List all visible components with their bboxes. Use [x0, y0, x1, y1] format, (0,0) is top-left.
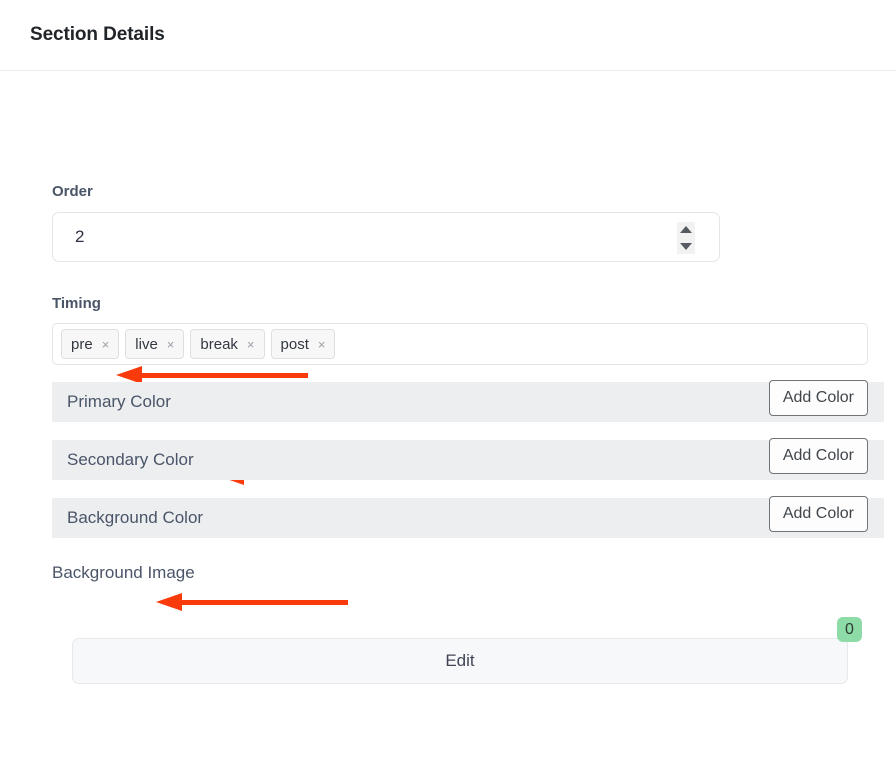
arrow-shaft: [178, 600, 348, 605]
tag-label: live: [135, 335, 158, 353]
annotation-arrow-timing: [156, 593, 348, 611]
background-image-field-block: Background Image: [0, 538, 896, 583]
arrow-shaft: [138, 373, 308, 378]
primary-color-row: Primary Color Add Color: [52, 380, 884, 422]
page-title: Section Details: [30, 24, 165, 45]
tag-remove-icon[interactable]: ×: [247, 338, 255, 351]
order-label: Order: [52, 183, 93, 200]
tag-label: break: [200, 335, 238, 353]
add-secondary-color-button[interactable]: Add Color: [768, 438, 868, 474]
caret-up-icon[interactable]: [680, 226, 692, 233]
edit-section: Edit 0: [72, 617, 862, 684]
background-image-label: Background Image: [52, 563, 195, 582]
form-content: Order 2 Timing pre × live × break × post…: [0, 71, 896, 684]
tag-pre[interactable]: pre ×: [61, 329, 120, 359]
order-input[interactable]: 2: [52, 212, 720, 262]
tag-remove-icon[interactable]: ×: [102, 338, 110, 351]
secondary-color-row: Secondary Color Add Color: [52, 438, 884, 480]
tag-post[interactable]: post ×: [270, 329, 336, 359]
tag-remove-icon[interactable]: ×: [167, 338, 175, 351]
order-field-block: Order 2: [0, 182, 896, 384]
annotation-arrow-order: [116, 366, 308, 384]
timing-field-block: Timing pre × live × break × post ×: [0, 294, 896, 611]
tag-remove-icon[interactable]: ×: [318, 338, 326, 351]
tag-label: post: [280, 335, 309, 353]
background-color-label: Background Color: [67, 508, 204, 527]
primary-color-label: Primary Color: [67, 392, 171, 411]
background-color-row: Background Color Add Color: [52, 496, 884, 538]
edit-count-badge: 0: [837, 617, 862, 642]
add-background-color-button[interactable]: Add Color: [768, 496, 868, 532]
tag-live[interactable]: live ×: [125, 329, 185, 359]
edit-button[interactable]: Edit: [72, 638, 848, 684]
caret-down-icon[interactable]: [680, 243, 692, 250]
tag-label: pre: [71, 335, 93, 353]
order-stepper[interactable]: [677, 222, 695, 254]
secondary-color-label: Secondary Color: [67, 450, 194, 469]
timing-tag-input[interactable]: pre × live × break × post ×: [52, 323, 868, 365]
timing-label: Timing: [52, 295, 101, 312]
order-input-value: 2: [75, 227, 85, 246]
page-header: Section Details: [0, 0, 896, 71]
add-primary-color-button[interactable]: Add Color: [768, 380, 868, 416]
tag-break[interactable]: break ×: [190, 329, 265, 359]
arrow-head: [156, 593, 182, 611]
